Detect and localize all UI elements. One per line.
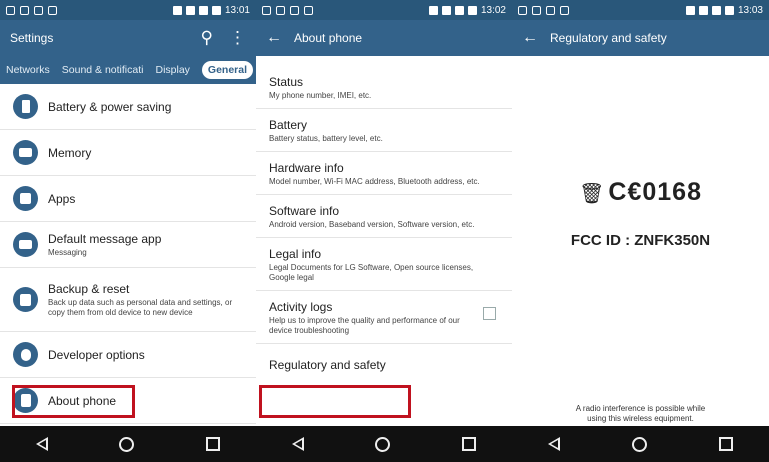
settings-item-developer-options[interactable]: Developer options [0, 332, 256, 378]
back-nav-icon[interactable] [35, 437, 48, 451]
settings-list: Battery & power saving Memory Apps Defau… [0, 84, 256, 424]
clock: 13:02 [480, 4, 506, 16]
notification-icons [6, 5, 57, 15]
wifi-icon [185, 5, 195, 15]
radio-interference-note: A radio interference is possible while u… [575, 404, 706, 423]
about-item-hardware-info[interactable]: Hardware info Model number, Wi-Fi MAC ad… [256, 152, 512, 195]
settings-item-about-phone[interactable]: About phone [0, 378, 256, 424]
settings-item-memory[interactable]: Memory [0, 130, 256, 176]
settings-item-default-message-app[interactable]: Default message app Messaging [0, 222, 256, 268]
apps-icon [13, 186, 38, 211]
tab-general[interactable]: General [201, 61, 254, 79]
regulatory-screen: 13:03 ← Regulatory and safety 🗑 C€0168 F… [512, 0, 769, 462]
recent-apps-icon[interactable] [462, 437, 477, 451]
about-item-activity-logs[interactable]: Activity logs Help us to improve the qua… [256, 291, 512, 344]
status-bar: 13:02 [256, 0, 512, 20]
app-bar: ← About phone [256, 20, 512, 56]
notification-icons [262, 5, 313, 15]
battery-status-icon [724, 5, 734, 15]
about-item-regulatory-safety[interactable]: Regulatory and safety [256, 344, 512, 379]
tab-display[interactable]: Display [155, 64, 189, 76]
back-arrow-icon[interactable]: ← [266, 29, 282, 47]
wifi-icon [441, 5, 451, 15]
developer-icon [13, 342, 38, 367]
navigation-bar [512, 426, 769, 462]
back-nav-icon[interactable] [548, 437, 560, 451]
battery-status-icon [467, 5, 477, 15]
weee-bin-icon: 🗑 [579, 183, 605, 205]
navigation-bar [256, 426, 512, 462]
home-nav-icon[interactable] [632, 436, 647, 452]
recent-apps-icon[interactable] [206, 437, 221, 451]
settings-screen: 13:01 Settings ⚲ ⋮ Networks Sound & noti… [0, 0, 256, 462]
backup-icon [13, 287, 38, 312]
highlight-box [259, 385, 411, 418]
navigation-bar [0, 426, 256, 462]
nfc-icon [685, 5, 695, 15]
back-arrow-icon[interactable]: ← [522, 29, 538, 47]
about-phone-screen: 13:02 ← About phone Status My phone numb… [256, 0, 512, 462]
settings-item-battery[interactable]: Battery & power saving [0, 84, 256, 130]
page-title: Regulatory and safety [550, 31, 667, 45]
tab-bar: Networks Sound & notificati Display Gene… [0, 56, 256, 84]
ce-mark: C€0168 [608, 178, 702, 206]
about-item-legal-info[interactable]: Legal info Legal Documents for LG Softwa… [256, 238, 512, 291]
battery-icon [13, 94, 38, 119]
about-item-battery[interactable]: Battery Battery status, battery level, e… [256, 109, 512, 152]
nfc-icon [172, 5, 182, 15]
clock: 13:03 [737, 4, 763, 16]
settings-item-apps[interactable]: Apps [0, 176, 256, 222]
about-icon [13, 388, 38, 413]
page-title: Settings [10, 31, 54, 45]
recent-apps-icon[interactable] [719, 437, 733, 451]
wifi-icon [698, 5, 708, 15]
signal-icon [454, 5, 464, 15]
about-list: Status My phone number, IMEI, etc. Batte… [256, 66, 512, 379]
back-nav-icon[interactable] [291, 437, 304, 451]
signal-icon [711, 5, 721, 15]
home-nav-icon[interactable] [375, 436, 391, 452]
notification-icons [518, 5, 569, 15]
tab-networks[interactable]: Networks [6, 64, 50, 76]
message-icon [13, 232, 38, 257]
overflow-menu-icon[interactable]: ⋮ [229, 28, 246, 48]
about-item-status[interactable]: Status My phone number, IMEI, etc. [256, 66, 512, 109]
home-nav-icon[interactable] [119, 436, 135, 452]
tab-sound-notifications[interactable]: Sound & notificati [62, 64, 144, 76]
battery-status-icon [211, 5, 221, 15]
memory-icon [13, 140, 38, 165]
status-bar: 13:01 [0, 0, 256, 20]
nfc-icon [428, 5, 438, 15]
page-title: About phone [294, 31, 363, 45]
signal-icon [198, 5, 208, 15]
activity-logs-checkbox[interactable] [483, 307, 496, 320]
app-bar: ← Regulatory and safety [512, 20, 769, 56]
app-bar: Settings ⚲ ⋮ [0, 20, 256, 56]
search-icon[interactable]: ⚲ [201, 28, 213, 48]
status-bar: 13:03 [512, 0, 769, 20]
clock: 13:01 [224, 4, 250, 16]
fcc-id: FCC ID : ZNFK350N [570, 232, 711, 249]
regulatory-content: 🗑 C€0168 FCC ID : ZNFK350N A radio inter… [512, 56, 769, 426]
settings-item-backup-reset[interactable]: Backup & reset Back up data such as pers… [0, 268, 256, 332]
about-item-software-info[interactable]: Software info Android version, Baseband … [256, 195, 512, 238]
